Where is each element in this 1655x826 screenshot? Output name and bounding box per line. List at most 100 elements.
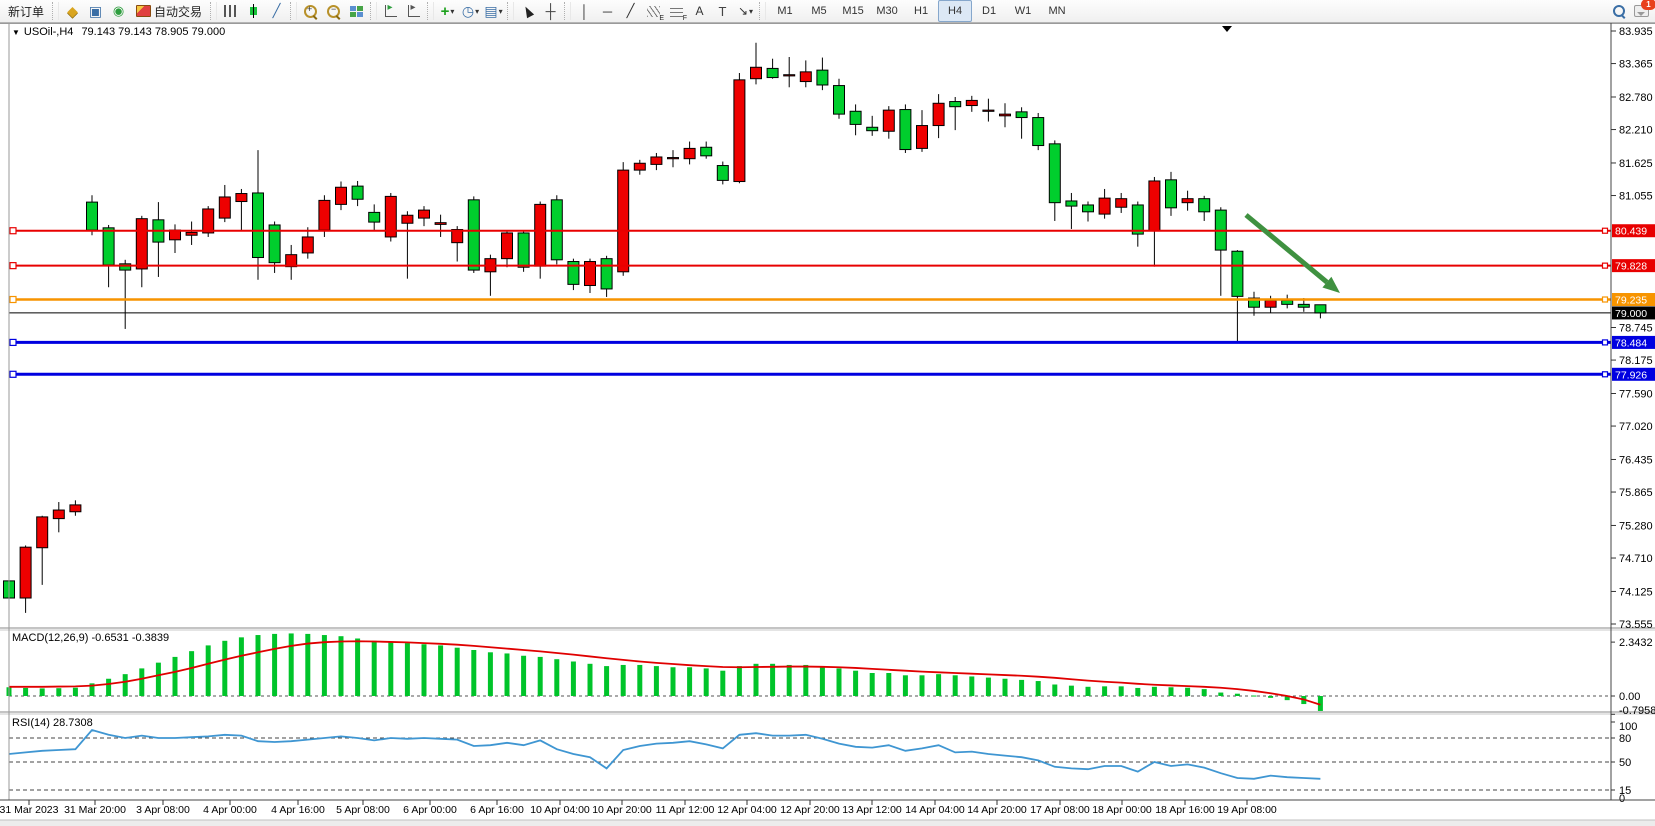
bar-chart-icon[interactable] (219, 0, 242, 22)
dropdown-caret-icon[interactable]: ▾ (450, 7, 454, 16)
candle (983, 110, 994, 111)
candle (1066, 201, 1077, 206)
line-handle[interactable] (1603, 340, 1608, 345)
line-handle[interactable] (10, 228, 16, 234)
terminal-icon[interactable]: ▣ (84, 0, 107, 22)
timeframe-button-M5[interactable]: M5 (802, 0, 836, 22)
macd-histogram-bar (704, 668, 709, 696)
candle (1049, 144, 1060, 203)
macd-histogram-bar (56, 688, 61, 696)
toolbar-separator (290, 2, 297, 20)
chart-shift-icon[interactable] (402, 0, 425, 22)
equidistant-channel-icon[interactable]: E (642, 0, 665, 22)
line-chart-icon[interactable]: ╱ (265, 0, 288, 22)
tile-windows-icon[interactable] (345, 0, 368, 22)
candle (1199, 199, 1210, 212)
candle (419, 210, 430, 218)
dropdown-caret-icon[interactable]: ▾ (499, 7, 503, 16)
timeframe-button-H4[interactable]: H4 (938, 0, 972, 22)
candle (1016, 112, 1027, 118)
candle (1282, 300, 1293, 304)
macd-histogram-bar (903, 675, 908, 696)
line-handle[interactable] (1603, 297, 1608, 302)
macd-histogram-bar (837, 668, 842, 696)
cursor-icon[interactable] (516, 0, 539, 22)
line-handle[interactable] (10, 297, 16, 303)
candle (37, 517, 48, 548)
price-tick-label: 83.935 (1619, 26, 1653, 38)
macd-histogram-bar (671, 667, 676, 696)
horizontal-line-icon[interactable]: ─ (596, 0, 619, 22)
signals-icon[interactable]: ◉ (107, 0, 130, 22)
candle (817, 70, 828, 85)
macd-histogram-bar (471, 650, 476, 696)
timeframe-button-H1[interactable]: H1 (904, 0, 938, 22)
time-tick-label: 4 Apr 00:00 (203, 804, 257, 816)
candle (535, 204, 546, 266)
chart-ohlc-values: 79.143 79.143 78.905 79.000 (81, 26, 225, 38)
candle (319, 200, 330, 230)
rsi-axis-label: 100 (1619, 721, 1637, 733)
timeframe-button-M15[interactable]: M15 (836, 0, 870, 22)
templates-icon[interactable]: ▤▾ (482, 0, 505, 22)
timeframe-button-MN[interactable]: MN (1040, 0, 1074, 22)
price-tick-label: 75.280 (1619, 520, 1653, 532)
periods-icon[interactable]: ◷▾ (459, 0, 482, 22)
indicators-icon[interactable]: +▾ (436, 0, 459, 22)
timeframe-button-M30[interactable]: M30 (870, 0, 904, 22)
macd-histogram-bar (1069, 686, 1074, 696)
candle (634, 163, 645, 170)
crosshair-icon[interactable]: ┼ (539, 0, 562, 22)
candle (734, 80, 745, 182)
timeframe-button-D1[interactable]: D1 (972, 0, 1006, 22)
text-icon[interactable]: A (688, 0, 711, 22)
macd-histogram-bar (239, 637, 244, 696)
line-handle[interactable] (10, 263, 16, 269)
search-icon[interactable] (1607, 0, 1630, 22)
time-tick-label: 12 Apr 04:00 (717, 804, 777, 816)
line-handle[interactable] (1603, 263, 1608, 268)
candle (784, 75, 795, 76)
trendline-icon[interactable]: ╱ (619, 0, 642, 22)
time-tick-label: 12 Apr 20:00 (780, 804, 840, 816)
line-handle[interactable] (1603, 372, 1608, 377)
candle (203, 209, 214, 233)
dropdown-caret-icon[interactable]: ▾ (475, 7, 479, 16)
candle (502, 233, 513, 259)
rsi-indicator-label: RSI(14) 28.7308 (12, 717, 93, 729)
price-tag: 77.926 (1612, 368, 1655, 382)
line-handle[interactable] (10, 371, 16, 377)
text-label-icon[interactable]: T (711, 0, 734, 22)
fibonacci-icon[interactable]: F (665, 0, 688, 22)
macd-histogram-bar (256, 635, 261, 696)
macd-histogram-bar (621, 665, 626, 696)
macd-histogram-bar (1169, 687, 1174, 696)
zoom-in-icon[interactable] (299, 0, 322, 22)
chat-icon[interactable]: 1 (1630, 0, 1653, 22)
line-handle[interactable] (1603, 228, 1608, 233)
macd-histogram-bar (803, 665, 808, 696)
candle (336, 187, 347, 204)
timeframe-button-W1[interactable]: W1 (1006, 0, 1040, 22)
autotrading-button[interactable]: 自动交易 (130, 0, 208, 22)
candle (800, 72, 811, 82)
history-center-icon[interactable]: ◆ (61, 0, 84, 22)
macd-histogram-bar (438, 645, 443, 696)
zoom-out-icon[interactable] (322, 0, 345, 22)
candlestick-chart-icon[interactable] (242, 0, 265, 22)
vertical-line-icon[interactable]: │ (573, 0, 596, 22)
auto-scroll-icon[interactable] (379, 0, 402, 22)
macd-axis-label: 0.00 (1619, 691, 1640, 703)
dropdown-caret-icon[interactable]: ▾ (749, 7, 753, 16)
arrows-icon[interactable]: ↘▾ (734, 0, 757, 22)
macd-histogram-bar (1019, 680, 1024, 696)
macd-histogram-bar (272, 634, 277, 696)
candle (701, 147, 712, 156)
line-handle[interactable] (10, 339, 16, 345)
new-order-button[interactable]: 新订单 (2, 0, 50, 22)
price-tick-label: 78.175 (1619, 355, 1653, 367)
timeframe-button-M1[interactable]: M1 (768, 0, 802, 22)
macd-histogram-bar (820, 666, 825, 696)
chevron-down-icon[interactable]: ▼ (12, 28, 20, 37)
rsi-name: RSI(14) (12, 717, 50, 729)
